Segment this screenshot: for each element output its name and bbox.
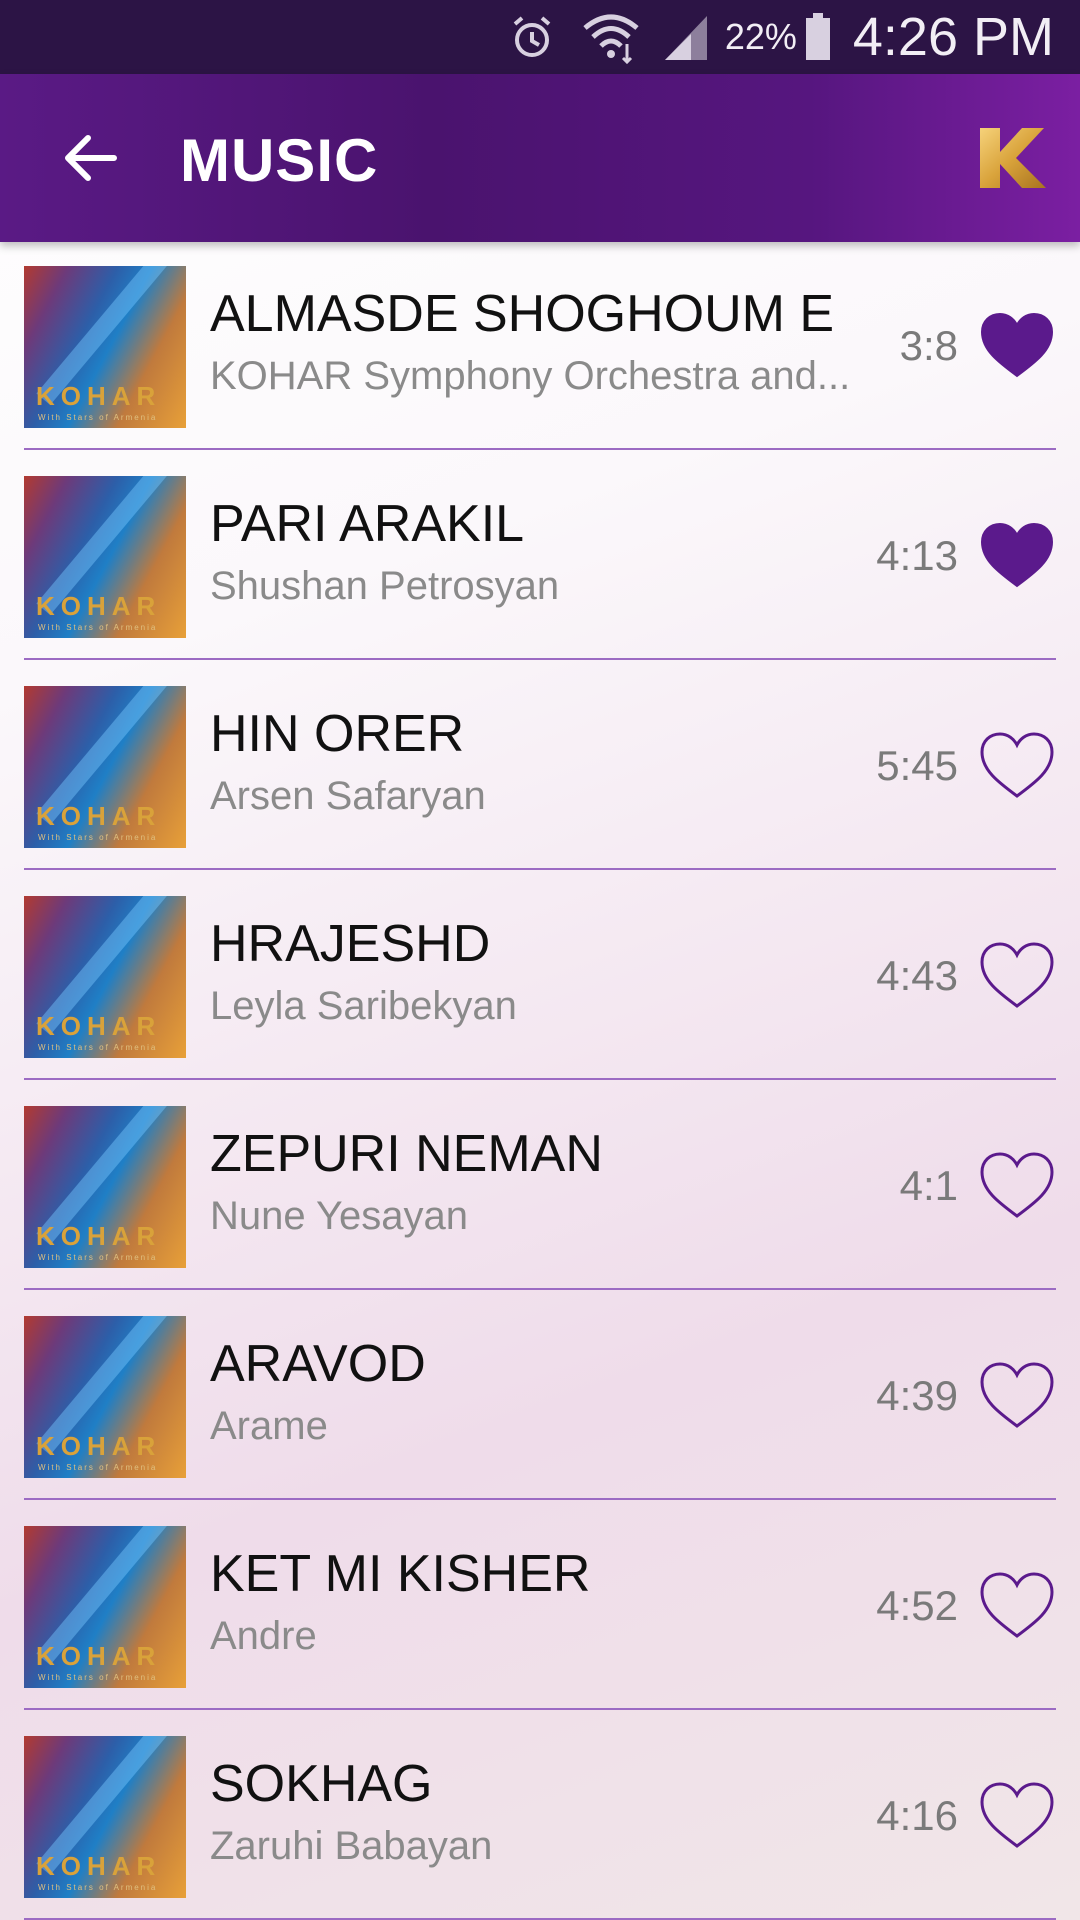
app-bar: MUSIC [0,74,1080,242]
track-artist: Arsen Safaryan [210,774,486,818]
heart-filled-icon[interactable] [978,310,1056,382]
status-bar: 22% 4:26 PM [0,0,1080,74]
track-row[interactable]: KOHAR With Stars of Armenia ALMASDE SHOGHO… [24,242,1056,450]
album-art-subtitle: With Stars of Armenia [38,1673,158,1682]
album-art-brand: KOHAR [36,381,162,411]
album-art: KOHAR With Stars of Armenia [24,686,186,848]
track-duration: 4:13 [876,532,958,579]
row-divider [24,1078,1056,1080]
album-art: KOHAR With Stars of Armenia [24,1316,186,1478]
track-duration: 4:43 [876,952,958,999]
battery-icon [805,13,830,60]
row-divider [24,1288,1056,1290]
album-art: KOHAR With Stars of Armenia [24,1736,186,1898]
album-art-brand: KOHAR [36,1011,162,1041]
track-title: ZEPURI NEMAN [210,1125,603,1183]
row-divider [24,658,1056,660]
heart-outline-icon[interactable] [978,1360,1056,1432]
alarm-icon [513,16,551,57]
track-artist: Zaruhi Babayan [210,1824,493,1868]
album-art: KOHAR With Stars of Armenia [24,266,186,428]
track-title: KET MI KISHER [210,1545,591,1603]
track-duration: 4:52 [876,1582,958,1629]
row-divider [24,448,1056,450]
heart-outline-icon[interactable] [978,1570,1056,1642]
album-art-subtitle: With Stars of Armenia [38,1043,158,1052]
album-art-brand: KOHAR [36,1851,162,1881]
album-art-subtitle: With Stars of Armenia [38,833,158,842]
album-art: KOHAR With Stars of Armenia [24,476,186,638]
album-art-brand: KOHAR [36,801,162,831]
track-row[interactable]: KOHAR With Stars of Armenia HRAJESHD Leyla … [24,872,1056,1080]
page-title: MUSIC [180,127,379,194]
heart-outline-icon[interactable] [978,940,1056,1012]
battery-percent: 22% [724,16,797,57]
track-artist: KOHAR Symphony Orchestra and... [210,354,851,398]
track-duration: 5:45 [876,742,958,789]
album-art-subtitle: With Stars of Armenia [38,1253,158,1262]
status-time: 4:26 PM [852,7,1054,67]
heart-filled-icon[interactable] [978,520,1056,592]
album-art-subtitle: With Stars of Armenia [38,413,158,422]
album-art: KOHAR With Stars of Armenia [24,896,186,1058]
kohar-logo-icon[interactable] [970,118,1050,198]
track-artist: Shushan Petrosyan [210,564,560,608]
heart-outline-icon[interactable] [978,1150,1056,1222]
album-art-subtitle: With Stars of Armenia [38,1883,158,1892]
album-art-brand: KOHAR [36,1641,162,1671]
row-divider [24,1498,1056,1500]
album-art-brand: KOHAR [36,1221,162,1251]
track-title: ARAVOD [210,1335,426,1393]
track-row[interactable]: KOHAR With Stars of Armenia KET MI KISHER A… [24,1502,1056,1710]
row-divider [24,868,1056,870]
album-art-brand: KOHAR [36,1431,162,1461]
arrow-left-icon [65,135,117,181]
album-art-brand: KOHAR [36,591,162,621]
track-duration: 4:16 [876,1792,958,1839]
track-title: PARI ARAKIL [210,495,525,553]
track-row[interactable]: KOHAR With Stars of Armenia HIN ORER Arsen … [24,662,1056,870]
track-title: ALMASDE SHOGHOUM E [210,285,835,343]
heart-outline-icon[interactable] [978,730,1056,802]
album-art-subtitle: With Stars of Armenia [38,623,158,632]
track-title: HRAJESHD [210,915,491,973]
track-title: SOKHAG [210,1755,433,1813]
track-duration: 4:39 [876,1372,958,1419]
album-art-subtitle: With Stars of Armenia [38,1463,158,1472]
heart-outline-icon[interactable] [978,1780,1056,1852]
wifi-icon [583,14,639,64]
track-artist: Andre [210,1614,317,1658]
track-row[interactable]: KOHAR With Stars of Armenia SOKHAG Zaruhi B… [24,1712,1056,1920]
track-row[interactable]: KOHAR With Stars of Armenia PARI ARAKIL Shu… [24,452,1056,660]
back-button[interactable] [50,118,130,198]
status-icons: 22% 4:26 PM [507,0,1054,74]
track-row[interactable]: KOHAR With Stars of Armenia ZEPURI NEMAN Nu… [24,1082,1056,1290]
track-duration: 4:1 [899,1162,958,1209]
track-duration: 3:8 [899,322,958,369]
track-row[interactable]: KOHAR With Stars of Armenia ARAVOD Arame 4:3… [24,1292,1056,1500]
track-artist: Leyla Saribekyan [210,984,517,1028]
row-divider [24,1708,1056,1710]
track-artist: Nune Yesayan [210,1194,469,1238]
album-art: KOHAR With Stars of Armenia [24,1526,186,1688]
track-artist: Arame [210,1404,328,1448]
track-title: HIN ORER [210,705,465,763]
album-art: KOHAR With Stars of Armenia [24,1106,186,1268]
signal-icon [664,16,707,60]
